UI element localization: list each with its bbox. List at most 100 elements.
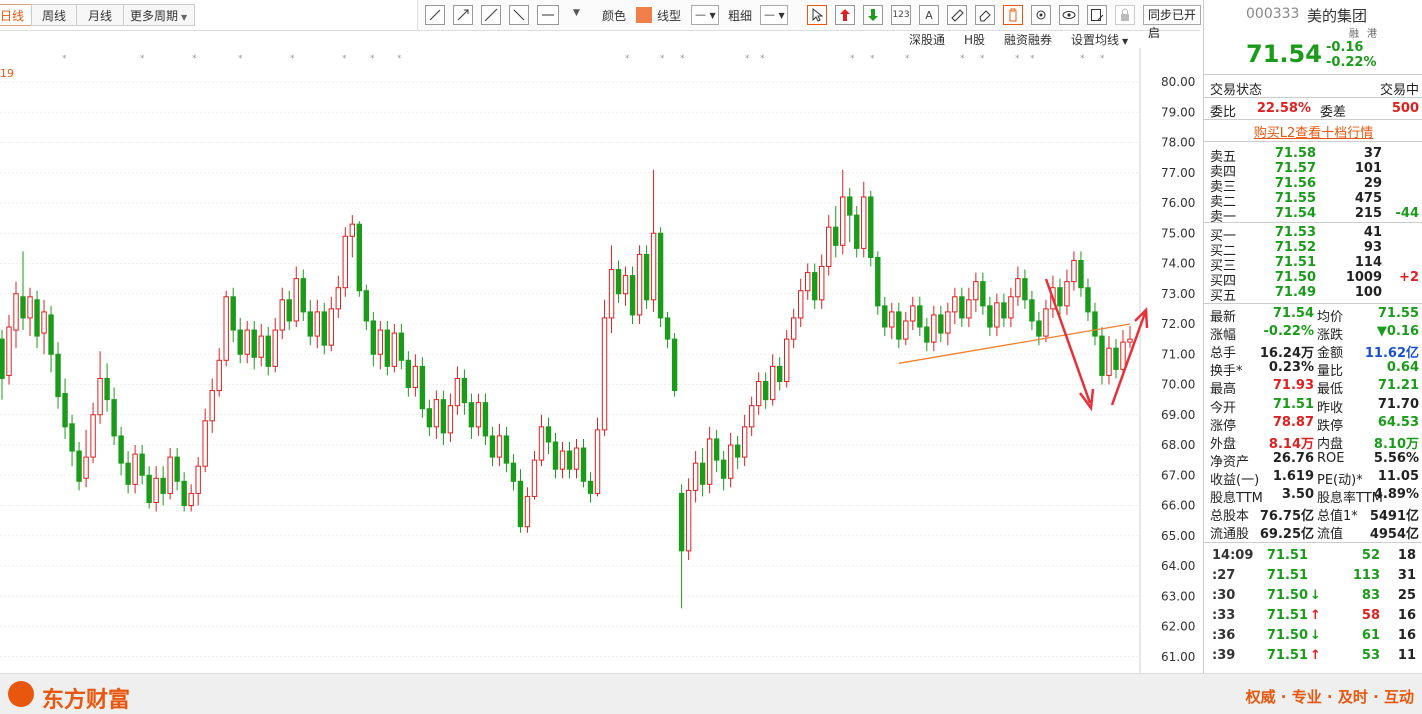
color-swatch[interactable] bbox=[636, 7, 652, 23]
link-h-share[interactable]: H股 bbox=[964, 31, 985, 47]
lock-icon[interactable] bbox=[1115, 5, 1135, 25]
event-marker-icon[interactable]: * bbox=[1030, 54, 1035, 64]
tick-count: 31 bbox=[1397, 568, 1416, 583]
order-volume: 114 bbox=[1354, 255, 1382, 270]
candle-body bbox=[328, 308, 334, 346]
thickness-select[interactable]: — ▼ bbox=[760, 5, 788, 25]
stat-value: 71.54 bbox=[1272, 306, 1314, 321]
sync-button[interactable]: 同步已开启 bbox=[1143, 5, 1201, 40]
kline-chart[interactable]: 80.00 79.00 78.00 77.00 76.00 75.00 74.00 73.00… bbox=[0, 48, 1200, 673]
diff-value: 500 bbox=[1391, 101, 1419, 116]
tag-margin: 融 bbox=[1349, 29, 1359, 40]
l2-upgrade-link[interactable]: 购买L2查看十档行情 bbox=[1204, 122, 1422, 141]
event-marker-icon[interactable]: * bbox=[1015, 54, 1020, 64]
color-label: 颜色 bbox=[602, 9, 627, 23]
tick-price: 71.50 bbox=[1266, 628, 1308, 643]
candle-body bbox=[783, 338, 790, 382]
edit-icon[interactable] bbox=[1087, 5, 1107, 25]
candle-body bbox=[938, 314, 944, 334]
cursor-icon[interactable] bbox=[807, 5, 827, 25]
event-marker-icon[interactable]: * bbox=[625, 54, 630, 64]
candle-body bbox=[125, 462, 131, 485]
event-marker-icon[interactable]: * bbox=[905, 54, 910, 64]
event-marker-icon[interactable]: * bbox=[980, 54, 985, 64]
event-marker-icon[interactable]: * bbox=[1080, 54, 1085, 64]
tab-daily[interactable]: 日线 bbox=[0, 4, 32, 26]
candle-body bbox=[559, 450, 566, 470]
candle-body bbox=[279, 299, 285, 331]
candle-body bbox=[237, 329, 243, 355]
price-change-pct: -0.22% bbox=[1326, 55, 1377, 70]
ruler-icon[interactable] bbox=[947, 5, 967, 25]
chevron-down-icon: ▼ bbox=[181, 13, 188, 22]
candle-body bbox=[524, 495, 531, 528]
trash-icon[interactable] bbox=[1003, 5, 1023, 25]
arrow-down-icon[interactable] bbox=[863, 5, 883, 25]
candle-body bbox=[97, 377, 103, 416]
candle-body bbox=[601, 317, 608, 431]
link-hk-connect[interactable]: 深股通 bbox=[909, 31, 945, 47]
stat-value: 11.05 bbox=[1377, 468, 1419, 484]
event-marker-icon[interactable]: * bbox=[238, 54, 243, 64]
tab-monthly[interactable]: 月线 bbox=[76, 4, 124, 26]
event-marker-icon[interactable]: * bbox=[760, 54, 765, 64]
link-set-ma[interactable]: 设置均线 ▼ bbox=[1071, 31, 1128, 47]
gear-icon[interactable] bbox=[1031, 5, 1051, 25]
event-marker-icon[interactable]: * bbox=[1100, 54, 1105, 64]
order-price: 71.54 bbox=[1274, 206, 1316, 221]
line-type-select[interactable]: — ▼ bbox=[691, 5, 719, 25]
eraser-icon[interactable] bbox=[975, 5, 995, 25]
stat-label: 金额 bbox=[1317, 346, 1344, 362]
candle-body bbox=[90, 414, 96, 458]
event-marker-icon[interactable]: * bbox=[192, 54, 197, 64]
order-change: +2 bbox=[1399, 270, 1419, 285]
y-tick-label: 63.00 bbox=[1161, 589, 1195, 603]
event-marker-icon[interactable]: * bbox=[960, 54, 965, 64]
event-marker-icon[interactable]: * bbox=[660, 54, 665, 64]
event-marker-icon[interactable]: * bbox=[680, 54, 685, 64]
event-marker-icon[interactable]: * bbox=[745, 54, 750, 64]
event-marker-icon[interactable]: * bbox=[370, 54, 375, 64]
extended-line-icon[interactable] bbox=[481, 5, 501, 25]
tick-row: :27 71.51 113 31 bbox=[1204, 568, 1422, 585]
numbers-icon[interactable]: 123 bbox=[891, 5, 911, 25]
link-margin[interactable]: 融资融券 bbox=[1004, 31, 1052, 47]
stat-label: 今开 bbox=[1210, 400, 1237, 416]
event-marker-icon[interactable]: * bbox=[850, 54, 855, 64]
candle-body bbox=[1029, 299, 1035, 322]
tab-more-periods[interactable]: 更多周期 ▼ bbox=[123, 4, 195, 26]
candle-body bbox=[160, 477, 166, 494]
tick-time: 14:09 bbox=[1212, 548, 1254, 563]
arrow-up-icon[interactable] bbox=[835, 5, 855, 25]
line-segment-icon[interactable] bbox=[425, 5, 445, 25]
event-marker-icon[interactable]: * bbox=[342, 54, 347, 64]
line-type-label: 线型 bbox=[657, 9, 682, 23]
candle-body bbox=[55, 353, 61, 398]
y-tick-label: 61.00 bbox=[1161, 650, 1195, 664]
tick-row: :39 71.51 ↑ 53 11 bbox=[1204, 648, 1422, 665]
candle-body bbox=[419, 365, 426, 410]
event-marker-icon[interactable]: * bbox=[140, 54, 145, 64]
event-marker-icon[interactable]: * bbox=[62, 54, 67, 64]
chevron-down-icon[interactable]: ▼ bbox=[573, 8, 580, 18]
buy-order-row: 买五 71.49 100 bbox=[1204, 285, 1422, 304]
ray-line-icon[interactable] bbox=[453, 5, 473, 25]
candle-body bbox=[1120, 341, 1126, 370]
text-icon[interactable]: A bbox=[919, 5, 939, 25]
candle-body bbox=[1043, 308, 1049, 337]
candle-body bbox=[1113, 347, 1119, 370]
order-volume: 41 bbox=[1363, 225, 1382, 240]
tab-weekly[interactable]: 周线 bbox=[31, 4, 77, 26]
event-marker-icon[interactable]: * bbox=[870, 54, 875, 64]
horizontal-line-icon[interactable] bbox=[537, 5, 559, 25]
event-marker-icon[interactable]: * bbox=[397, 54, 402, 64]
candle-body bbox=[104, 377, 110, 401]
event-marker-icon[interactable]: * bbox=[290, 54, 295, 64]
order-volume: 37 bbox=[1363, 146, 1382, 161]
candle-body bbox=[1071, 259, 1077, 283]
candle-body bbox=[980, 281, 986, 307]
eye-icon[interactable] bbox=[1059, 5, 1079, 25]
candle-body bbox=[195, 465, 201, 494]
kline-svg[interactable]: 80.00 79.00 78.00 77.00 76.00 75.00 74.00 73.00… bbox=[0, 48, 1200, 673]
reverse-line-icon[interactable] bbox=[509, 5, 529, 25]
